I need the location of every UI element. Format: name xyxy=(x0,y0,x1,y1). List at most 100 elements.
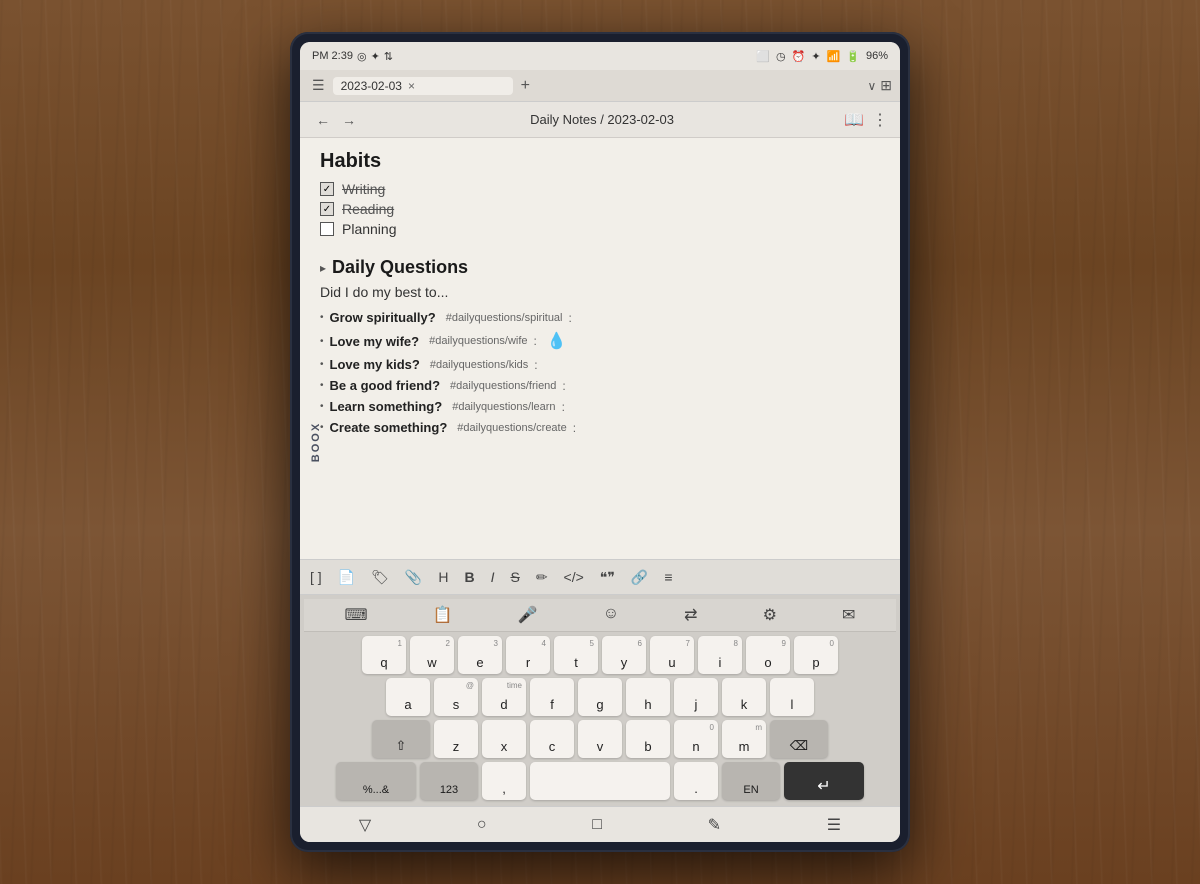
tab-dropdown-button[interactable]: ∨ xyxy=(867,79,876,93)
habit-item-writing[interactable]: ✓ Writing xyxy=(320,181,880,197)
tab-close-button[interactable]: × xyxy=(408,79,415,93)
brand-label: BOOX xyxy=(310,422,322,462)
emoji-icon[interactable]: ☺ xyxy=(595,603,627,627)
key-d[interactable]: timed xyxy=(482,678,526,716)
key-v[interactable]: v xyxy=(578,720,622,758)
backspace-key[interactable]: ⌫ xyxy=(770,720,828,758)
dq-bullet-1: • xyxy=(320,312,324,323)
check-icon[interactable]: ✉ xyxy=(834,603,863,627)
habit-label-planning: Planning xyxy=(342,221,397,237)
more-options-button[interactable]: ⋮ xyxy=(872,110,888,130)
keyboard-icon[interactable]: ⌨ xyxy=(337,603,376,627)
book-icon[interactable]: 📖 xyxy=(844,110,864,130)
sidebar-toggle-button[interactable]: ☰ xyxy=(308,75,329,96)
toolbar-quote-icon[interactable]: ❝❞ xyxy=(598,567,617,588)
key-c[interactable]: c xyxy=(530,720,574,758)
habit-checkbox-reading[interactable]: ✓ xyxy=(320,202,334,216)
mic-icon[interactable]: 🎤 xyxy=(510,603,546,627)
toolbar-bold-icon[interactable]: B xyxy=(462,567,476,587)
habit-checkbox-writing[interactable]: ✓ xyxy=(320,182,334,196)
tab-item[interactable]: 2023-02-03 × xyxy=(333,77,513,95)
dq-subtitle: Did I do my best to... xyxy=(320,284,880,300)
comma-key[interactable]: , xyxy=(482,762,526,800)
key-j[interactable]: j xyxy=(674,678,718,716)
key-row-2: a @s timed f g h j k l xyxy=(304,678,896,716)
dq-item-3: • Love my kids? #dailyquestions/kids : xyxy=(320,357,880,372)
key-y[interactable]: 6y xyxy=(602,636,646,674)
screen: PM 2:39 ◎ ✦ ⇅ ⬜ ◷ ⏰ ✦ 📶 🔋 96% ☰ 2023-02-… xyxy=(300,42,900,842)
alarm-icon: ⏰ xyxy=(792,50,806,63)
editor-toolbar: [ ] 📄 🏷 📎 H B I S ✏ </> ❝❞ 🔗 ≡ xyxy=(300,559,900,595)
dq-question-3: Love my kids? xyxy=(330,357,420,372)
tab-layout-button[interactable]: ⊞ xyxy=(880,77,892,94)
key-t[interactable]: 5t xyxy=(554,636,598,674)
pen-nav-icon[interactable]: ✎ xyxy=(708,815,721,835)
dq-bullet-3: • xyxy=(320,359,324,370)
key-row-1: 1q 2w 3e 4r 5t 6y 7u 8i 9o 0p xyxy=(304,636,896,674)
key-h[interactable]: h xyxy=(626,678,670,716)
key-g[interactable]: g xyxy=(578,678,622,716)
toolbar-pen-icon[interactable]: ✏ xyxy=(534,567,550,588)
toolbar-heading-icon[interactable]: H xyxy=(436,567,450,587)
back-button[interactable]: ← xyxy=(312,110,334,130)
toolbar-menu-icon[interactable]: ≡ xyxy=(662,567,674,587)
tab-add-button[interactable]: + xyxy=(517,77,534,95)
key-o[interactable]: 9o xyxy=(746,636,790,674)
key-w[interactable]: 2w xyxy=(410,636,454,674)
dq-title: Daily Questions xyxy=(332,257,468,278)
toolbar-bracket-icon[interactable]: [ ] xyxy=(308,567,324,587)
shift-key[interactable]: ⇧ xyxy=(372,720,430,758)
toolbar-link-icon[interactable]: 🔗 xyxy=(629,567,650,588)
key-n[interactable]: 0n xyxy=(674,720,718,758)
toolbar-doc-icon[interactable]: 📄 xyxy=(336,567,357,588)
dq-collapse-icon[interactable]: ▸ xyxy=(320,261,326,275)
dq-question-5: Learn something? xyxy=(330,399,443,414)
key-r[interactable]: 4r xyxy=(506,636,550,674)
toolbar-italic-icon[interactable]: I xyxy=(489,567,497,587)
key-x[interactable]: x xyxy=(482,720,526,758)
dq-colon-6: : xyxy=(573,421,576,435)
toolbar-code-icon[interactable]: </> xyxy=(562,567,586,587)
key-s[interactable]: @s xyxy=(434,678,478,716)
cursor-icon[interactable]: ⇄ xyxy=(676,603,705,627)
dq-tag-2: #dailyquestions/wife xyxy=(429,335,527,347)
key-q[interactable]: 1q xyxy=(362,636,406,674)
key-m[interactable]: mm xyxy=(722,720,766,758)
dq-tag-1: #dailyquestions/spiritual xyxy=(446,312,563,324)
clipboard-icon[interactable]: 📋 xyxy=(425,603,461,627)
habit-checkbox-planning[interactable] xyxy=(320,222,334,236)
symbols-key[interactable]: %...& xyxy=(336,762,416,800)
habit-item-planning[interactable]: Planning xyxy=(320,221,880,237)
lang-key[interactable]: EN xyxy=(722,762,780,800)
battery-icon: 🔋 xyxy=(846,50,860,63)
key-e[interactable]: 3e xyxy=(458,636,502,674)
key-b[interactable]: b xyxy=(626,720,670,758)
toolbar-attach-icon[interactable]: 📎 xyxy=(403,567,424,588)
key-l[interactable]: l xyxy=(770,678,814,716)
dq-question-4: Be a good friend? xyxy=(330,378,441,393)
key-p[interactable]: 0p xyxy=(794,636,838,674)
key-k[interactable]: k xyxy=(722,678,766,716)
forward-button[interactable]: → xyxy=(338,110,360,130)
settings-icon[interactable]: ⚙ xyxy=(755,603,785,627)
key-u[interactable]: 7u xyxy=(650,636,694,674)
habits-title: Habits xyxy=(320,150,880,173)
key-z[interactable]: z xyxy=(434,720,478,758)
key-i[interactable]: 8i xyxy=(698,636,742,674)
dq-item-1: • Grow spiritually? #dailyquestions/spir… xyxy=(320,310,880,325)
key-f[interactable]: f xyxy=(530,678,574,716)
dq-tag-5: #dailyquestions/learn xyxy=(452,401,555,413)
toolbar-strikethrough-icon[interactable]: S xyxy=(508,567,521,587)
period-key[interactable]: . xyxy=(674,762,718,800)
habit-item-reading[interactable]: ✓ Reading xyxy=(320,201,880,217)
toolbar-tag-icon[interactable]: 🏷 xyxy=(369,567,391,588)
back-nav-icon[interactable]: ▽ xyxy=(359,815,371,835)
space-key[interactable] xyxy=(530,762,670,800)
num-key[interactable]: 123 xyxy=(420,762,478,800)
recents-nav-icon[interactable]: □ xyxy=(592,816,602,834)
menu-nav-icon[interactable]: ☰ xyxy=(827,815,841,835)
return-key[interactable]: ↵ xyxy=(784,762,864,800)
dq-item-4: • Be a good friend? #dailyquestions/frie… xyxy=(320,378,880,393)
home-nav-icon[interactable]: ○ xyxy=(477,816,487,834)
key-a[interactable]: a xyxy=(386,678,430,716)
